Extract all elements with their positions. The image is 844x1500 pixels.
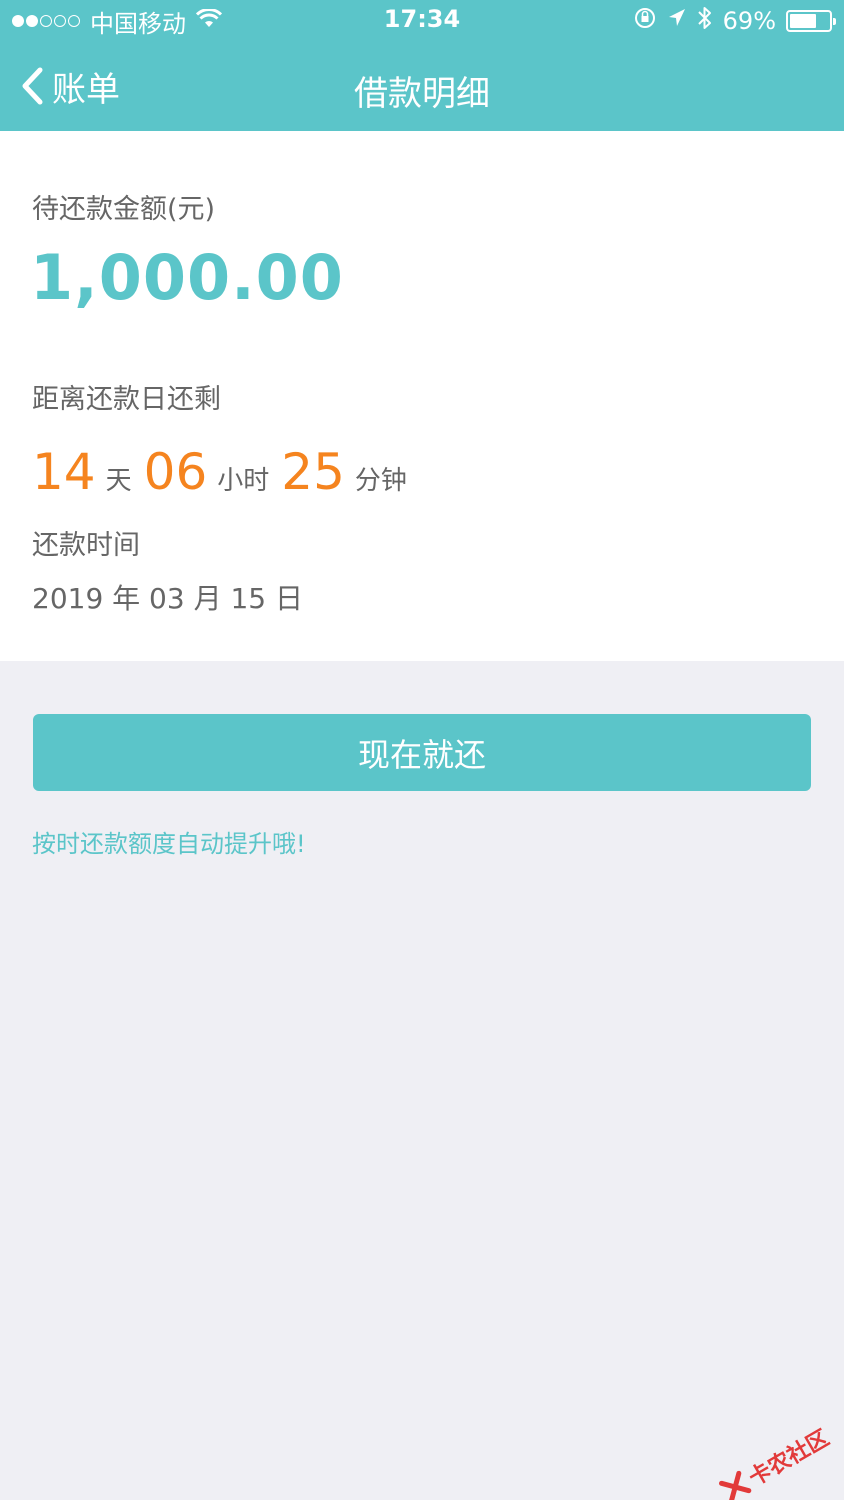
watermark-logo: 卡农社区 [716, 1421, 834, 1500]
page-title: 借款明细 [354, 74, 490, 114]
countdown-label: 距离还款日还剩 [32, 384, 221, 415]
status-bar: 中国移动 17:34 69% [0, 0, 844, 42]
countdown-minutes-unit: 分钟 [354, 466, 407, 496]
countdown-minutes: 25 [281, 443, 345, 501]
battery-percent: 69% [722, 7, 776, 35]
nav-bar: 账单 借款明细 [0, 42, 844, 131]
due-label: 还款时间 [32, 530, 140, 561]
location-icon [667, 7, 687, 35]
repayment-tip: 按时还款额度自动提升哦! [32, 830, 306, 858]
countdown: 14 天 06 小时 25 分钟 [32, 443, 419, 501]
countdown-hours-unit: 小时 [217, 466, 270, 496]
watermark-text: 卡农社区 [744, 1425, 834, 1492]
bluetooth-icon [697, 5, 713, 37]
countdown-days-unit: 天 [105, 466, 132, 496]
countdown-hours: 06 [143, 443, 208, 501]
orientation-lock-icon [633, 6, 657, 36]
amount-label: 待还款金额(元) [32, 194, 216, 225]
due-date: 2019 年 03 月 15 日 [32, 582, 304, 615]
status-right: 69% [623, 5, 836, 37]
loan-detail-card: 待还款金额(元) 1,000.00 距离还款日还剩 14 天 06 小时 25 … [0, 131, 844, 661]
battery-fill [790, 14, 817, 28]
battery-nub [833, 18, 836, 25]
countdown-days: 14 [32, 443, 96, 501]
pay-now-button[interactable]: 现在就还 [33, 714, 811, 791]
battery-icon [786, 10, 836, 32]
amount-value: 1,000.00 [30, 241, 344, 314]
header: 中国移动 17:34 69% 账单 借款明细 [0, 0, 844, 131]
